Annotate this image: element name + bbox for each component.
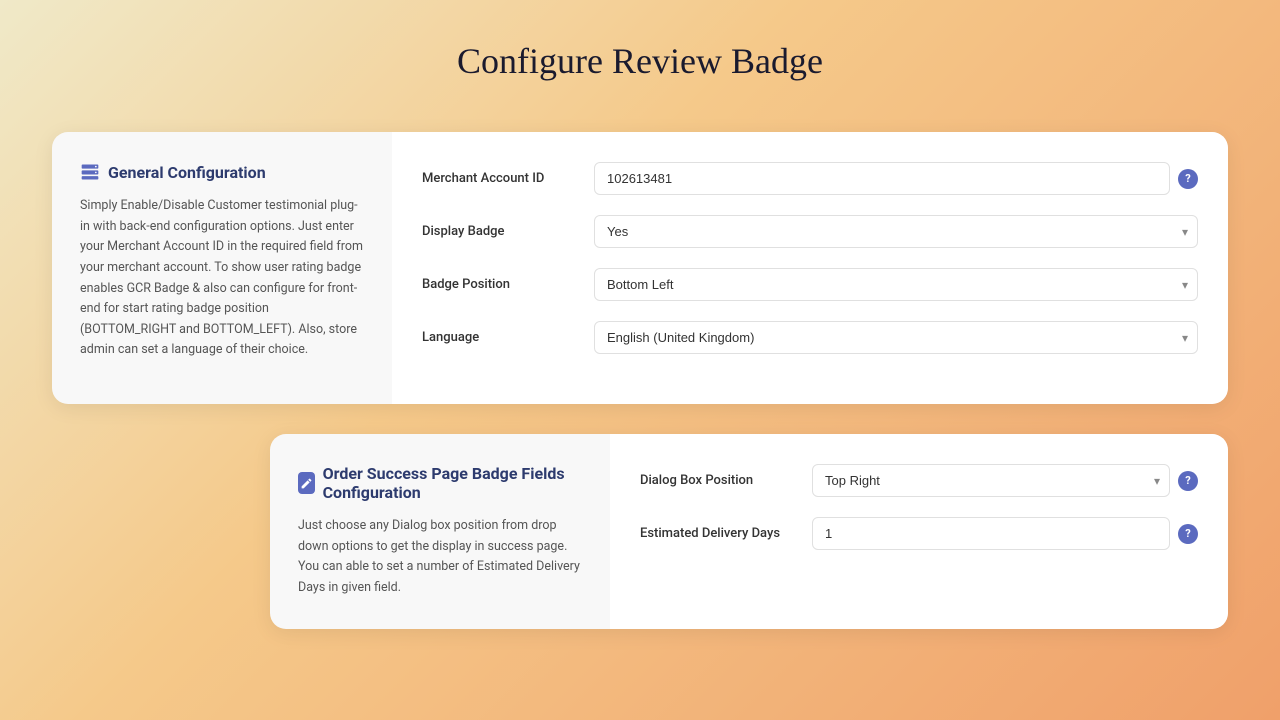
dialog-position-control: Top Right Top Left Bottom Right Bottom L…	[812, 464, 1198, 497]
dialog-position-help-icon[interactable]: ?	[1178, 471, 1198, 491]
estimated-days-label: Estimated Delivery Days	[640, 526, 800, 541]
language-control: English (United Kingdom) English (United…	[594, 321, 1198, 354]
display-badge-control: Yes No ▾	[594, 215, 1198, 248]
merchant-id-row: Merchant Account ID ?	[422, 162, 1198, 195]
server-icon	[80, 162, 100, 182]
display-badge-row: Display Badge Yes No ▾	[422, 215, 1198, 248]
merchant-id-input[interactable]	[594, 162, 1170, 195]
dialog-position-select-wrap: Top Right Top Left Bottom Right Bottom L…	[812, 464, 1170, 497]
general-config-desc: Simply Enable/Disable Customer testimoni…	[80, 196, 364, 361]
order-config-left: Order Success Page Badge Fields Configur…	[270, 434, 610, 629]
general-config-left: General Configuration Simply Enable/Disa…	[52, 132, 392, 404]
order-config-title: Order Success Page Badge Fields Configur…	[298, 464, 582, 502]
display-badge-label: Display Badge	[422, 224, 582, 239]
display-badge-select[interactable]: Yes No	[594, 215, 1198, 248]
dialog-position-label: Dialog Box Position	[640, 473, 800, 488]
estimated-days-row: Estimated Delivery Days ?	[640, 517, 1198, 550]
display-badge-select-wrap: Yes No ▾	[594, 215, 1198, 248]
estimated-days-help-icon[interactable]: ?	[1178, 524, 1198, 544]
general-config-title: General Configuration	[80, 162, 364, 182]
estimated-days-control: ?	[812, 517, 1198, 550]
badge-position-label: Badge Position	[422, 277, 582, 292]
merchant-id-control: ?	[594, 162, 1198, 195]
general-config-card: General Configuration Simply Enable/Disa…	[52, 132, 1228, 404]
merchant-id-help-icon[interactable]: ?	[1178, 169, 1198, 189]
order-config-desc: Just choose any Dialog box position from…	[298, 516, 582, 599]
order-config-card: Order Success Page Badge Fields Configur…	[270, 434, 1228, 629]
language-select[interactable]: English (United Kingdom) English (United…	[594, 321, 1198, 354]
dialog-position-row: Dialog Box Position Top Right Top Left B…	[640, 464, 1198, 497]
badge-position-select-wrap: Bottom Left Bottom Right Top Left Top Ri…	[594, 268, 1198, 301]
badge-position-control: Bottom Left Bottom Right Top Left Top Ri…	[594, 268, 1198, 301]
general-config-form: Merchant Account ID ? Display Badge Yes …	[392, 132, 1228, 404]
badge-position-row: Badge Position Bottom Left Bottom Right …	[422, 268, 1198, 301]
order-config-form: Dialog Box Position Top Right Top Left B…	[610, 434, 1228, 629]
badge-position-select[interactable]: Bottom Left Bottom Right Top Left Top Ri…	[594, 268, 1198, 301]
merchant-id-label: Merchant Account ID	[422, 171, 582, 186]
dialog-position-select[interactable]: Top Right Top Left Bottom Right Bottom L…	[812, 464, 1170, 497]
page-title: Configure Review Badge	[0, 0, 1280, 82]
edit-icon	[298, 472, 315, 494]
estimated-days-input[interactable]	[812, 517, 1170, 550]
language-select-wrap: English (United Kingdom) English (United…	[594, 321, 1198, 354]
language-label: Language	[422, 330, 582, 345]
language-row: Language English (United Kingdom) Englis…	[422, 321, 1198, 354]
